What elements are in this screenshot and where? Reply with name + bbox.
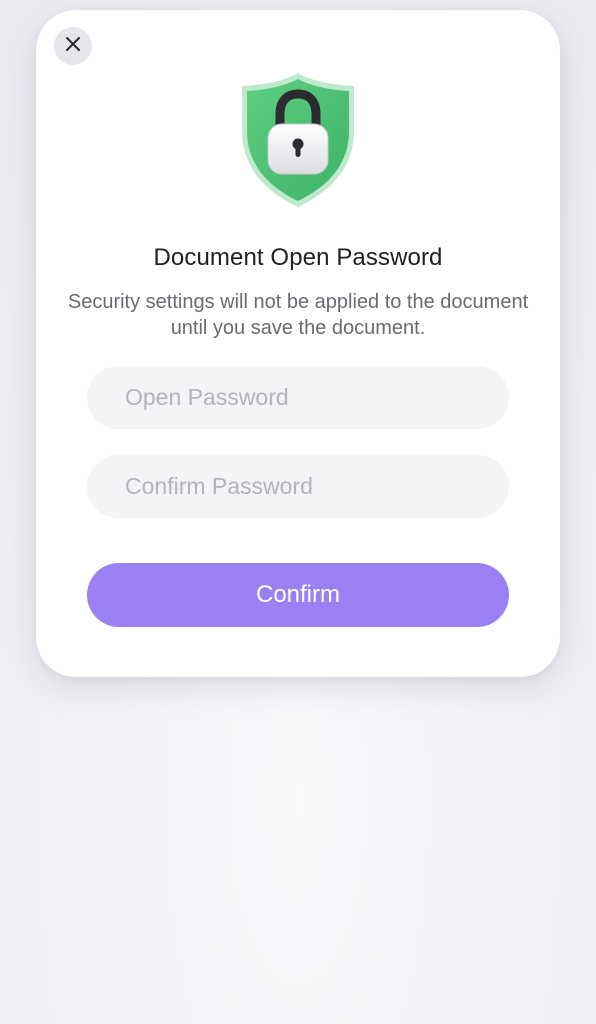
close-button[interactable] xyxy=(54,27,92,65)
confirm-button[interactable]: Confirm xyxy=(87,563,509,627)
confirm-password-field[interactable] xyxy=(87,455,509,518)
close-icon xyxy=(65,36,81,57)
open-password-field[interactable] xyxy=(87,366,509,429)
dialog-title: Document Open Password xyxy=(153,244,443,271)
shield-lock-icon xyxy=(236,70,360,210)
dialog-description: Security settings will not be applied to… xyxy=(67,291,529,339)
password-dialog: Document Open Password Security settings… xyxy=(36,10,560,677)
confirm-button-label: Confirm xyxy=(255,581,340,608)
